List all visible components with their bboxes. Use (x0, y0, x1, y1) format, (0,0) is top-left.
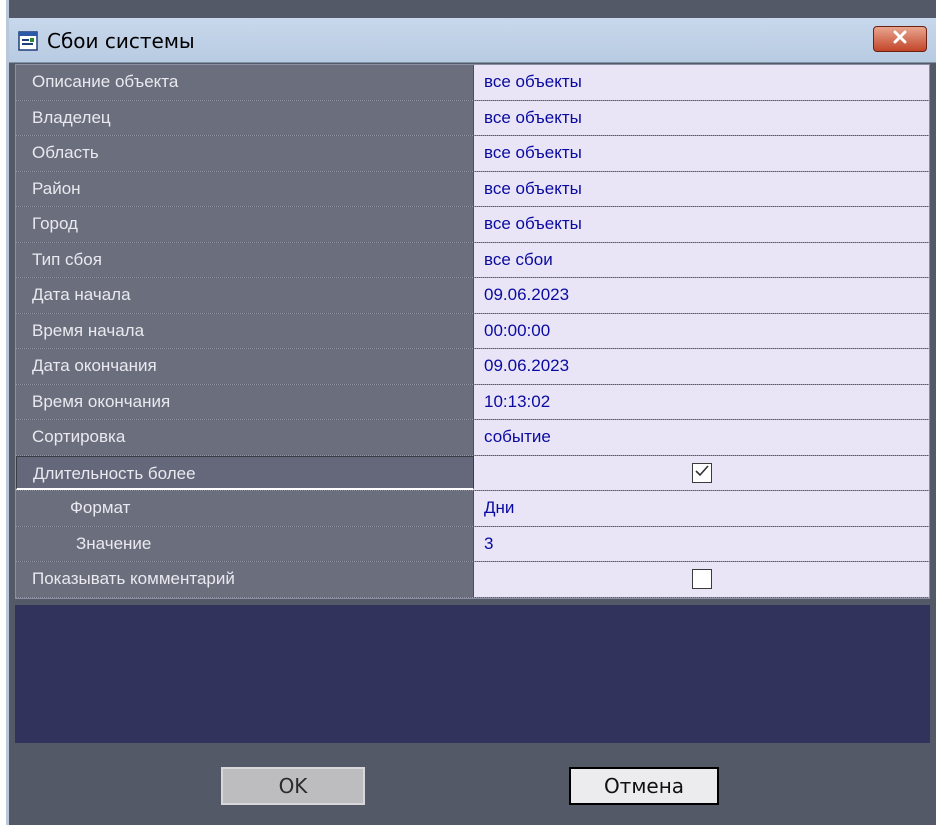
ok-button[interactable]: OK (221, 767, 365, 805)
row-region[interactable]: Область все объекты (16, 136, 929, 172)
property-value[interactable]: все объекты (474, 65, 929, 100)
close-button[interactable] (873, 26, 927, 52)
duration-checkbox[interactable] (691, 462, 712, 483)
title-bar[interactable]: Сбои системы (9, 18, 936, 63)
property-label: Дата начала (16, 278, 474, 313)
row-end-date[interactable]: Дата окончания 09.06.2023 (16, 349, 929, 385)
property-value[interactable]: 10:13:02 (474, 384, 929, 419)
window-title: Сбои системы (47, 29, 195, 53)
property-label: Сортировка (16, 420, 474, 455)
property-label: Район (16, 171, 474, 206)
window-icon (18, 31, 38, 51)
property-value[interactable]: 09.06.2023 (474, 349, 929, 384)
property-value[interactable]: событие (474, 420, 929, 455)
row-failure-type[interactable]: Тип сбоя все сбои (16, 242, 929, 278)
close-icon (892, 30, 908, 49)
property-label: Тип сбоя (16, 242, 474, 277)
property-value[interactable]: 09.06.2023 (474, 278, 929, 313)
property-label: Город (16, 207, 474, 242)
property-value (474, 455, 929, 490)
row-duration-more-than[interactable]: Длительность более (16, 455, 929, 491)
property-value[interactable]: все объекты (474, 136, 929, 171)
row-sorting[interactable]: Сортировка событие (16, 420, 929, 456)
row-end-time[interactable]: Время окончания 10:13:02 (16, 384, 929, 420)
property-label: Значение (16, 526, 474, 561)
property-label: Дата окончания (16, 349, 474, 384)
checkmark-icon (694, 456, 710, 490)
property-label: Показывать комментарий (16, 562, 474, 597)
show-comment-checkbox[interactable] (691, 569, 712, 590)
property-value[interactable]: все объекты (474, 171, 929, 206)
property-label: Формат (16, 491, 474, 526)
property-value (474, 562, 929, 597)
property-value[interactable]: 00:00:00 (474, 313, 929, 348)
row-format[interactable]: Формат Дни (16, 491, 929, 527)
row-object-description[interactable]: Описание объекта все объекты (16, 65, 929, 101)
property-value[interactable]: все объекты (474, 100, 929, 135)
dialog-window: Сбои системы Описание объекта все объект… (6, 0, 936, 825)
row-start-date[interactable]: Дата начала 09.06.2023 (16, 278, 929, 314)
row-start-time[interactable]: Время начала 00:00:00 (16, 313, 929, 349)
property-value[interactable]: 3 (474, 526, 929, 561)
property-label: Время окончания (16, 384, 474, 419)
property-label: Описание объекта (16, 65, 474, 100)
cancel-button[interactable]: Отмена (569, 767, 719, 805)
property-value[interactable]: Дни (474, 491, 929, 526)
row-value[interactable]: Значение 3 (16, 526, 929, 562)
property-label: Владелец (16, 100, 474, 135)
property-label: Время начала (16, 313, 474, 348)
empty-area (15, 605, 930, 743)
row-owner[interactable]: Владелец все объекты (16, 100, 929, 136)
property-label: Длительность более (16, 455, 474, 490)
row-show-comment[interactable]: Показывать комментарий (16, 562, 929, 598)
property-value[interactable]: все сбои (474, 242, 929, 277)
row-district[interactable]: Район все объекты (16, 171, 929, 207)
property-value[interactable]: все объекты (474, 207, 929, 242)
property-grid: Описание объекта все объекты Владелец вс… (15, 64, 930, 599)
dialog-footer: OK Отмена (9, 743, 936, 825)
property-label: Область (16, 136, 474, 171)
row-city[interactable]: Город все объекты (16, 207, 929, 243)
